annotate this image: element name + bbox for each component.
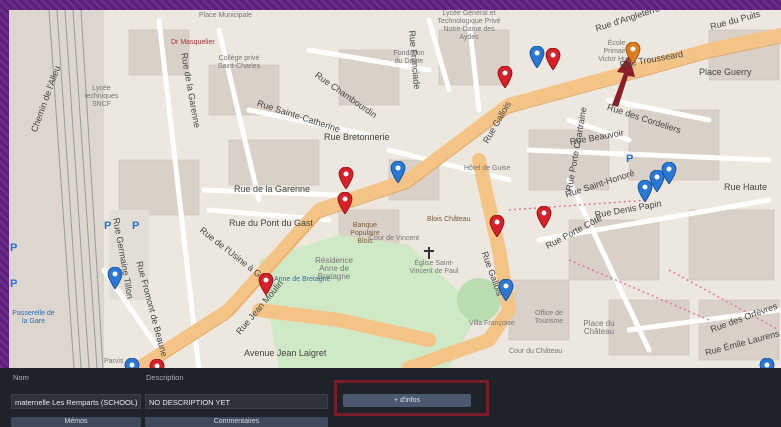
green-circle [457, 278, 501, 322]
poi-label: Cour du Château [509, 348, 563, 355]
poi-label: Villa Françoise [469, 320, 515, 327]
map-marker-red-icon[interactable] [149, 359, 165, 368]
poi-label: Hôtel de Guise [464, 165, 511, 172]
map-marker-red-icon[interactable] [258, 273, 274, 295]
poi-label: Office de Tourisme [534, 310, 564, 325]
church-cross-icon [424, 247, 434, 259]
poi-label: Anne de Bretagne [274, 276, 331, 283]
map-marker-blue-icon[interactable] [124, 358, 140, 368]
nom-field[interactable]: maternelle Les Remparts (SCHOOL) [11, 394, 141, 409]
poi-label: Église Saint-Vincent de Paul [409, 260, 459, 275]
map-marker-blue-icon[interactable] [661, 162, 677, 184]
map-marker-red-icon[interactable] [337, 192, 353, 214]
map-marker-red-icon[interactable] [497, 66, 513, 88]
map-marker-blue-icon[interactable] [498, 279, 514, 301]
map-marker-orange-icon[interactable] [625, 42, 641, 64]
poi-label: Lycée techniques SNCF [84, 85, 119, 108]
poi-label: Lycée Général et Technologique Privé Not… [437, 10, 501, 41]
map-marker-red-icon[interactable] [338, 167, 354, 189]
poi-label: Fondation du Doute [393, 50, 425, 65]
map-marker-blue-icon[interactable] [529, 46, 545, 68]
map-marker-red-icon[interactable] [536, 206, 552, 228]
poi-label: Cour de Vincent [369, 235, 420, 242]
nom-label: Nom [13, 373, 29, 382]
map-marker-blue-icon[interactable] [107, 267, 123, 289]
parking-icon: P [10, 278, 18, 290]
poi-label: Collège privé Saint-Charles [217, 55, 261, 70]
poi-label: Place Municipale [199, 12, 252, 19]
comments-button[interactable]: Commentaires [145, 417, 328, 427]
more-info-button[interactable]: + d'infos [343, 394, 471, 407]
description-label: Description [146, 373, 184, 382]
parking-icon: P [104, 220, 112, 232]
map-marker-blue-icon[interactable] [390, 161, 406, 183]
poi-label: Dr Masquelier [171, 39, 215, 46]
poi-label: Blois Château [427, 216, 471, 223]
parking-icon: P [132, 220, 140, 232]
poi-label: Passerelle de la Gare [12, 310, 55, 325]
description-field[interactable]: NO DESCRIPTION YET [145, 394, 328, 409]
memos-button[interactable]: Mémos [11, 417, 141, 427]
parking-icon: P [626, 153, 634, 165]
poi-label: Parvis [104, 358, 124, 365]
map-view[interactable]: Rue de la Garenne Rue du Pont du Gast Ru… [9, 10, 781, 368]
map-marker-red-icon[interactable] [489, 215, 505, 237]
map-marker-blue-icon[interactable] [759, 358, 775, 368]
map-marker-red-icon[interactable] [545, 48, 561, 70]
parking-icon: P [10, 242, 18, 254]
poi-label: Place du Château [583, 319, 615, 336]
